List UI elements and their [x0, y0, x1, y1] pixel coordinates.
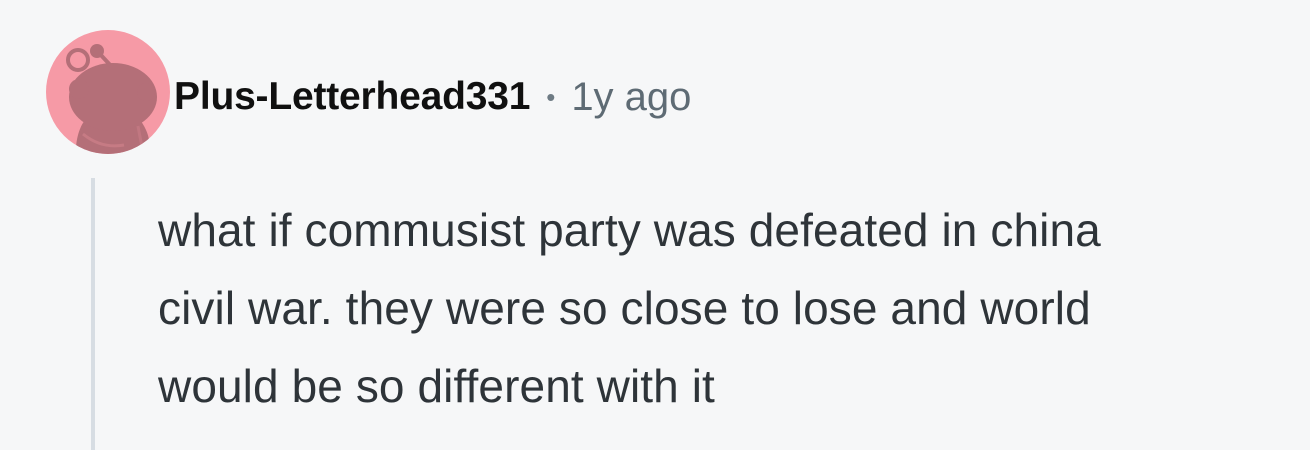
meta-separator: •: [546, 82, 556, 112]
comment-body-line-3: would be so different with it: [158, 360, 715, 412]
username-link[interactable]: Plus-Letterhead331: [174, 75, 530, 119]
comment-container: Plus-Letterhead331 • 1y ago what if comm…: [0, 0, 1310, 450]
comment-body-line-2: civil war. they were so close to lose an…: [158, 282, 1091, 334]
reddit-snoo-avatar-icon: [66, 44, 157, 154]
comment-body-line-1: what if commusist party was defeated in …: [158, 204, 1101, 256]
comment-body: what if commusist party was defeated in …: [158, 191, 1303, 425]
user-avatar[interactable]: [46, 30, 170, 154]
thread-collapse-line[interactable]: [91, 178, 95, 450]
comment-timestamp[interactable]: 1y ago: [571, 75, 691, 120]
comment-meta: Plus-Letterhead331 • 1y ago: [174, 73, 691, 121]
